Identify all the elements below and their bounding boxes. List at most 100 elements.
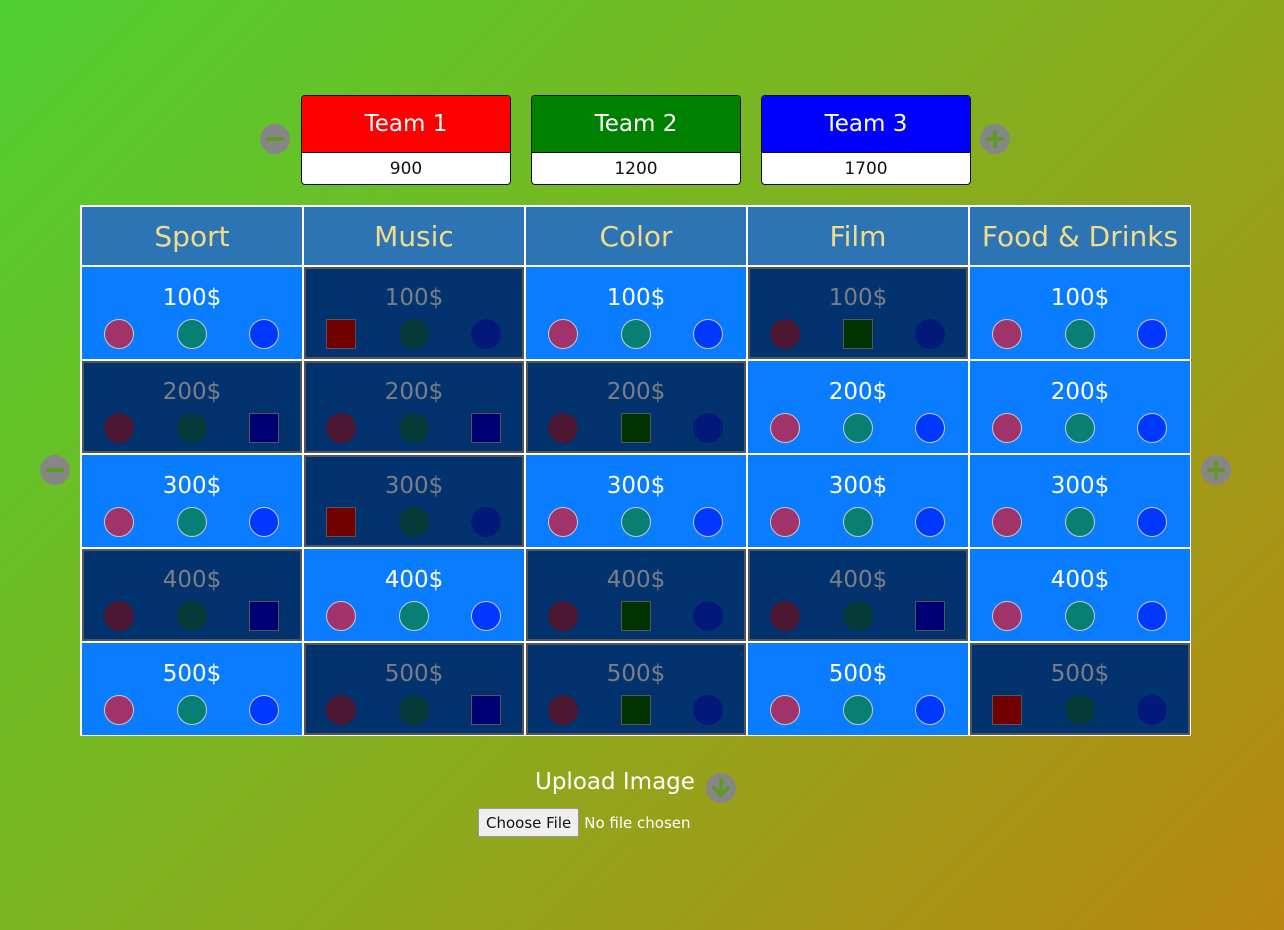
team-2-marker[interactable] [177,507,207,537]
question-cell[interactable]: 100$ [748,267,968,359]
question-cell[interactable]: 200$ [304,361,524,453]
team-2-marker[interactable] [843,601,873,631]
team-1-marker[interactable] [770,507,800,537]
question-cell[interactable]: 300$ [304,455,524,547]
category-header[interactable]: Music [304,207,524,265]
question-cell[interactable]: 200$ [82,361,302,453]
team-3-marker[interactable] [693,319,723,349]
team-1-marker[interactable] [326,413,356,443]
team-3-marker[interactable] [693,601,723,631]
team-2-marker[interactable] [843,695,873,725]
team-1-marker[interactable] [770,695,800,725]
team-1-marker[interactable] [770,413,800,443]
team-3-marker[interactable] [1137,507,1167,537]
question-cell[interactable]: 400$ [970,549,1190,641]
question-cell[interactable]: 400$ [748,549,968,641]
question-cell[interactable]: 400$ [304,549,524,641]
team-3-name[interactable]: Team 3 [762,96,970,153]
team-3-marker[interactable] [471,507,501,537]
team-1-marker[interactable] [326,507,356,537]
team-1-marker[interactable] [548,319,578,349]
category-header[interactable]: Film [748,207,968,265]
team-2-marker[interactable] [621,695,651,725]
add-row-button[interactable] [1201,455,1231,485]
team-1-marker[interactable] [326,601,356,631]
team-3-marker[interactable] [693,507,723,537]
team-2-marker[interactable] [621,601,651,631]
team-1-marker[interactable] [326,695,356,725]
question-cell[interactable]: 100$ [970,267,1190,359]
team-1-marker[interactable] [992,319,1022,349]
upload-toggle-button[interactable] [706,773,736,803]
question-cell[interactable]: 200$ [748,361,968,453]
team-3-marker[interactable] [1137,319,1167,349]
team-2-marker[interactable] [177,319,207,349]
question-cell[interactable]: 100$ [304,267,524,359]
category-header[interactable]: Sport [82,207,302,265]
team-2-marker[interactable] [399,601,429,631]
team-1-marker[interactable] [104,507,134,537]
team-2-marker[interactable] [399,319,429,349]
team-1-marker[interactable] [104,695,134,725]
team-3-marker[interactable] [693,413,723,443]
team-1-marker[interactable] [548,413,578,443]
question-cell[interactable]: 100$ [82,267,302,359]
team-2-marker[interactable] [1065,601,1095,631]
category-header[interactable]: Food & Drinks [970,207,1190,265]
team-2-marker[interactable] [177,695,207,725]
team-1-marker[interactable] [548,601,578,631]
team-2-marker[interactable] [1065,695,1095,725]
team-2-score[interactable]: 1200 [532,153,740,184]
choose-file-button[interactable]: Choose File [478,808,580,837]
category-header[interactable]: Color [526,207,746,265]
team-1-marker[interactable] [770,319,800,349]
team-3-marker[interactable] [1137,601,1167,631]
team-1-marker[interactable] [992,601,1022,631]
question-cell[interactable]: 200$ [970,361,1190,453]
team-1-name[interactable]: Team 1 [302,96,510,153]
team-3-marker[interactable] [471,413,501,443]
add-team-button[interactable] [980,124,1010,154]
team-1-score[interactable]: 900 [302,153,510,184]
team-1-marker[interactable] [770,601,800,631]
team-2-marker[interactable] [843,413,873,443]
team-3-marker[interactable] [249,319,279,349]
team-2-marker[interactable] [177,413,207,443]
team-2-marker[interactable] [177,601,207,631]
question-cell[interactable]: 300$ [82,455,302,547]
question-cell[interactable]: 300$ [748,455,968,547]
question-cell[interactable]: 200$ [526,361,746,453]
team-3-marker[interactable] [1137,695,1167,725]
team-2-marker[interactable] [621,319,651,349]
question-cell[interactable]: 300$ [970,455,1190,547]
question-cell[interactable]: 500$ [748,643,968,735]
team-3-marker[interactable] [249,507,279,537]
team-3-marker[interactable] [915,319,945,349]
question-cell[interactable]: 100$ [526,267,746,359]
team-1-marker[interactable] [548,507,578,537]
team-2-marker[interactable] [621,507,651,537]
team-1-marker[interactable] [992,507,1022,537]
team-3-marker[interactable] [693,695,723,725]
question-cell[interactable]: 400$ [82,549,302,641]
team-3-marker[interactable] [1137,413,1167,443]
team-3-marker[interactable] [915,507,945,537]
team-2-marker[interactable] [399,413,429,443]
question-cell[interactable]: 500$ [526,643,746,735]
remove-row-button[interactable] [40,455,70,485]
team-2-marker[interactable] [1065,507,1095,537]
team-2-marker[interactable] [399,695,429,725]
team-1-marker[interactable] [992,413,1022,443]
question-cell[interactable]: 300$ [526,455,746,547]
question-cell[interactable]: 500$ [82,643,302,735]
team-2-name[interactable]: Team 2 [532,96,740,153]
team-2-marker[interactable] [843,507,873,537]
team-3-marker[interactable] [249,413,279,443]
team-2-marker[interactable] [1065,413,1095,443]
team-1-marker[interactable] [104,601,134,631]
team-2-marker[interactable] [399,507,429,537]
team-1-marker[interactable] [548,695,578,725]
team-1-marker[interactable] [104,413,134,443]
team-3-marker[interactable] [915,413,945,443]
team-2-marker[interactable] [1065,319,1095,349]
